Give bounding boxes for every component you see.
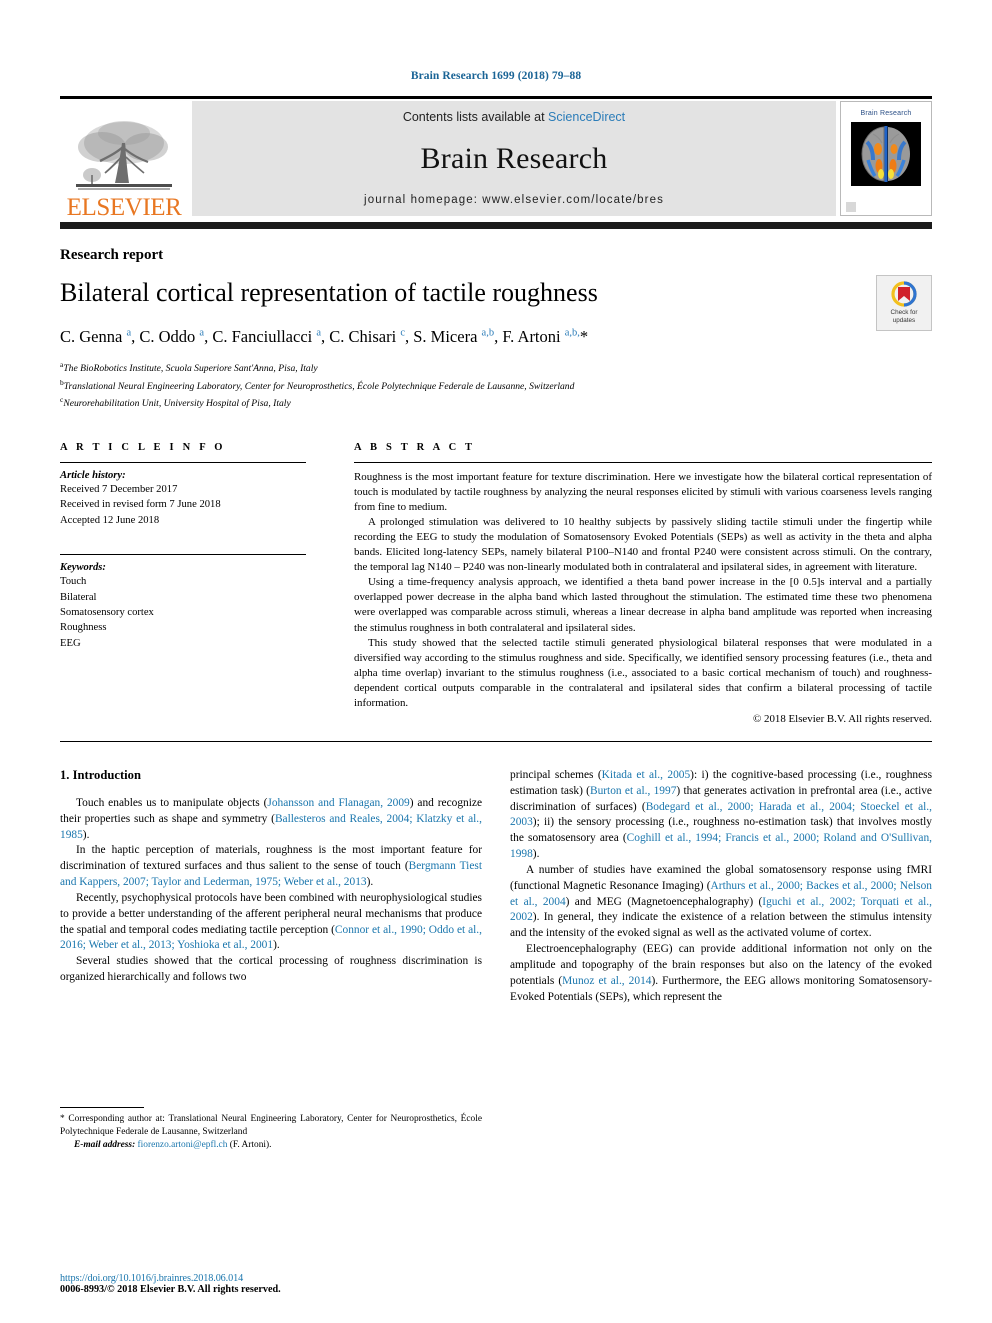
title-block: Research report Bilateral cortical repre… (60, 247, 932, 412)
citation-link[interactable]: Munoz et al., 2014 (562, 975, 651, 987)
sciencedirect-link[interactable]: ScienceDirect (548, 110, 625, 124)
citation-link[interactable]: Johansson and Flanagan, 2009 (267, 797, 409, 809)
footnote-corresponding-line: * Corresponding author at: Translational… (60, 1113, 482, 1140)
footnote-email-link[interactable]: fiorenzo.artoni@epfl.ch (138, 1140, 228, 1150)
keyword-eeg: EEG (60, 637, 81, 649)
article-history-label: Article history: (60, 470, 126, 482)
body-paragraph: principal schemes (Kitada et al., 2005):… (510, 768, 932, 863)
keywords-rule (60, 554, 306, 556)
affiliation-a: aThe BioRobotics Institute, Scuola Super… (60, 359, 932, 377)
affiliation-text-b: Translational Neural Engineering Laborat… (63, 381, 575, 393)
affiliation-list: aThe BioRobotics Institute, Scuola Super… (60, 359, 932, 412)
body-paragraph: Electroencephalography (EEG) can provide… (510, 942, 932, 1005)
article-info-rule (60, 462, 306, 464)
paragraph-text: ). (532, 848, 540, 861)
paragraph-text: Touch enables us to manipulate objects ( (76, 796, 268, 809)
masthead-bottom-rule (60, 222, 932, 229)
paragraph-text: ). (366, 876, 374, 889)
footnote-email-suffix: (F. Artoni). (229, 1140, 272, 1151)
article-info-heading: A R T I C L E I N F O (60, 442, 226, 454)
elsevier-logo: ELSEVIER (60, 99, 188, 222)
footnote-rule (60, 1106, 144, 1108)
intro-left-paragraphs: Touch enables us to manipulate objects (… (60, 796, 482, 986)
footnote-email-label: E-mail address: (74, 1140, 136, 1151)
paragraph-text: Several studies showed that the cortical… (60, 955, 482, 984)
abstract-paragraph-3: Using a time-frequency analysis approach… (354, 576, 932, 634)
corresponding-author-footnote: * Corresponding author at: Translational… (60, 1106, 482, 1153)
abstract-paragraph-1: Roughness is the most important feature … (354, 471, 932, 514)
citation-link[interactable]: Kitada et al., 2005 (602, 769, 691, 781)
keyword-roughness: Roughness (60, 622, 107, 634)
affiliation-text-c: Neurorehabilitation Unit, University Hos… (63, 398, 291, 410)
intro-right-paragraphs: principal schemes (Kitada et al., 2005):… (510, 768, 932, 1006)
article-history-revised: Received in revised form 7 June 2018 (60, 499, 221, 511)
footnote-star: * (60, 1113, 65, 1124)
author-list: C. Genna a, C. Oddo a, C. Fanciullacci a… (60, 326, 589, 346)
abstract-bottom-rule (60, 740, 932, 742)
page-title: Bilateral cortical representation of tac… (60, 278, 598, 307)
crossmark-line1: Check for (890, 309, 918, 317)
elsevier-tree-icon (76, 121, 172, 190)
abstract-column: A B S T R A C T Roughness is the most im… (354, 442, 932, 725)
contents-prefix: Contents lists available at (402, 110, 549, 124)
contents-lists-line: Contents lists available at ScienceDirec… (403, 110, 625, 124)
footnote-corresponding-text: Corresponding author at: Translational N… (60, 1113, 483, 1138)
body-paragraph: Touch enables us to manipulate objects (… (60, 796, 482, 844)
abstract-rule (354, 462, 932, 464)
abstract-paragraph-4: This study showed that the selected tact… (354, 636, 932, 709)
keywords-block: Keywords: Touch Bilateral Somatosensory … (60, 554, 306, 651)
page-footer: https://doi.org/10.1016/j.brainres.2018.… (60, 1273, 490, 1295)
keyword-bilateral: Bilateral (60, 591, 97, 603)
section-heading-introduction: 1. Introduction (60, 767, 141, 782)
footnote-email-line: E-mail address: fiorenzo.artoni@epfl.ch … (60, 1139, 482, 1152)
affiliation-c: cNeurorehabilitation Unit, University Ho… (60, 394, 932, 412)
body-paragraph: A number of studies have examined the gl… (510, 863, 932, 942)
affiliation-b: bTranslational Neural Engineering Labora… (60, 377, 932, 395)
body-column-right: principal schemes (Kitada et al., 2005):… (510, 768, 932, 1153)
issn-copyright-line: 0006-8993/© 2018 Elsevier B.V. All right… (60, 1284, 281, 1295)
cover-journal-title: Brain Research (860, 110, 912, 117)
citation-link[interactable]: Burton et al., 1997 (590, 785, 676, 797)
doi-link[interactable]: https://doi.org/10.1016/j.brainres.2018.… (60, 1273, 490, 1284)
running-head: Brain Research 1699 (2018) 79–88 (410, 70, 582, 82)
journal-cover-thumbnail: Brain Research (840, 101, 932, 216)
crossmark-line2: updates (892, 317, 916, 324)
affiliation-text-a: The BioRobotics Institute, Scuola Superi… (63, 363, 318, 375)
paragraph-text: principal schemes ( (510, 768, 602, 781)
crossmark-badge[interactable]: Check for updates (876, 275, 932, 331)
body-paragraph: Several studies showed that the cortical… (60, 954, 482, 986)
abstract-heading: A B S T R A C T (354, 442, 476, 454)
article-type: Research report (60, 247, 164, 263)
journal-homepage-link[interactable]: journal homepage: www.elsevier.com/locat… (364, 194, 664, 206)
masthead-center: Contents lists available at ScienceDirec… (192, 101, 836, 216)
crossmark-icon (891, 281, 917, 307)
elsevier-wordmark: ELSEVIER (66, 194, 182, 221)
crossmark-label: Check for updates (891, 309, 918, 325)
paragraph-text: ). (82, 828, 90, 841)
body-column-left: 1. Introduction Touch enables us to mani… (60, 768, 482, 1153)
brain-fmri-image (851, 122, 921, 186)
cover-footer-mark (846, 202, 856, 212)
journal-masthead: ELSEVIER Contents lists available at Sci… (60, 96, 932, 222)
keyword-touch: Touch (60, 576, 87, 588)
journal-title: Brain Research (420, 142, 608, 175)
paragraph-text: ). In general, they indicate the existen… (510, 911, 932, 940)
body-columns: 1. Introduction Touch enables us to mani… (60, 768, 932, 1153)
abstract-paragraph-2: A prolonged stimulation was delivered to… (354, 516, 932, 574)
article-history-accepted: Accepted 12 June 2018 (60, 514, 160, 526)
body-paragraph: In the haptic perception of materials, r… (60, 843, 482, 891)
info-abstract-row: A R T I C L E I N F O Article history: R… (60, 442, 932, 725)
paragraph-text: ). (273, 939, 280, 952)
article-history-received: Received 7 December 2017 (60, 484, 178, 496)
keyword-somatosensory-cortex: Somatosensory cortex (60, 606, 154, 618)
article-page: Brain Research 1699 (2018) 79–88 ELSEVIE… (0, 0, 992, 1323)
paragraph-text: ) and MEG (Magnetoencephalography) ( (565, 895, 763, 908)
body-paragraph: Recently, psychophysical protocols have … (60, 891, 482, 954)
abstract-copyright: © 2018 Elsevier B.V. All rights reserved… (753, 712, 932, 725)
keywords-label: Keywords: (60, 562, 106, 574)
article-info-column: A R T I C L E I N F O Article history: R… (60, 442, 306, 725)
